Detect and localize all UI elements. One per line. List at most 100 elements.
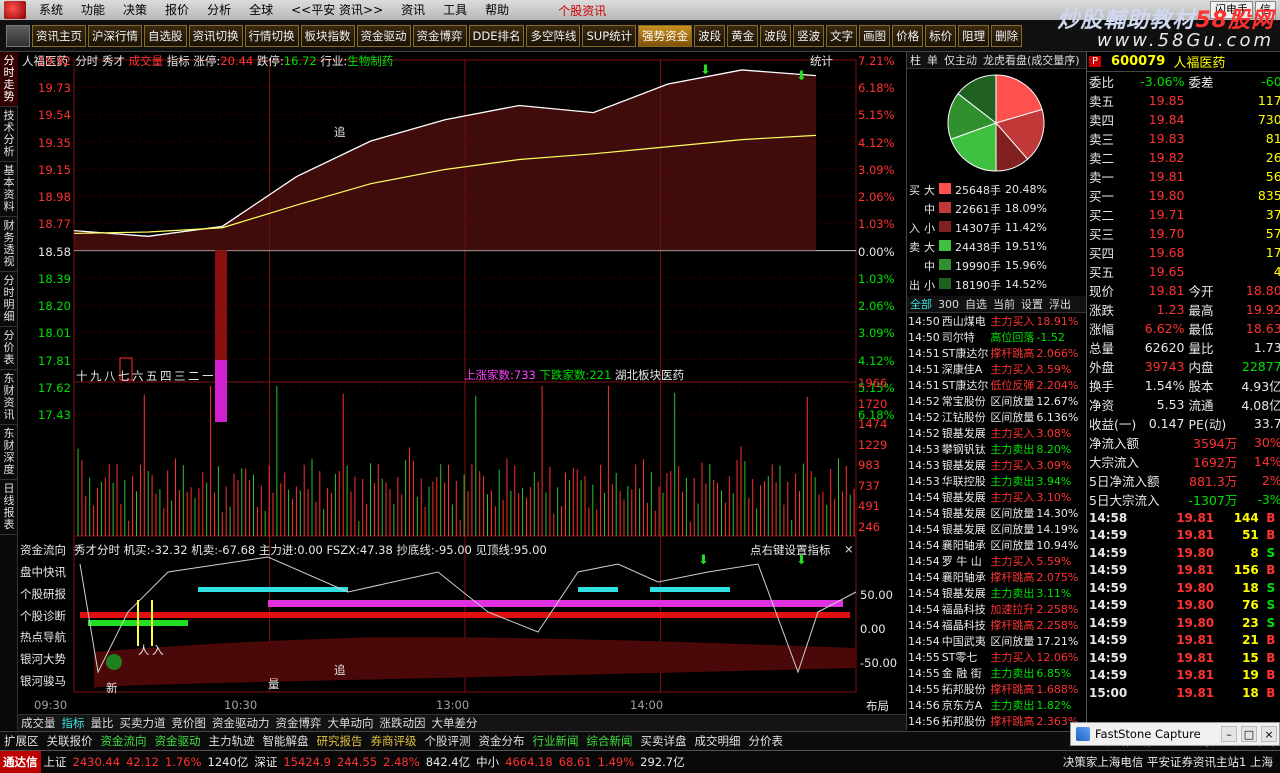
extension-tab[interactable]: 扩展区 [0,732,43,750]
asks-row[interactable]: 卖四 19.84 730 [1087,110,1280,129]
asks-row[interactable]: 卖三 19.83 81 [1087,129,1280,148]
toolbar-button[interactable]: 波段 [760,24,792,47]
toolbar-button[interactable]: 沪深行情 [88,24,142,47]
alert-row[interactable]: 14:50 西山煤电 主力买入 18.91% [907,313,1079,329]
asks-row[interactable]: 卖五 19.85 117 [1087,91,1280,110]
menu-item-quote[interactable]: 报价 [156,0,198,20]
side-menu-item[interactable]: 热点导航 [20,629,66,645]
alert-row[interactable]: 14:55 ST零七 主力买入 12.06% [907,649,1079,665]
alert-row[interactable]: 14:56 拓邦股份 撑杆跳高 2.363% [907,713,1079,729]
toolbar-button[interactable]: 行情切换 [244,24,299,47]
tag-volume[interactable]: 成交量 [129,54,164,68]
toolbar-button[interactable]: 竖波 [793,24,825,47]
faststone-capture-bar[interactable]: FastStone Capture – □ × [1070,722,1280,746]
extension-tab[interactable]: 智能解盘 [259,732,313,750]
flow-tab[interactable]: 单 [924,52,941,68]
toolbar-button[interactable]: 黄金 [727,24,759,47]
mode-label[interactable]: 分时 [75,54,98,68]
indicator-settings-hint[interactable]: 点右键设置指标 [750,542,831,558]
alert-row[interactable]: 14:50 司尔特 高位回落 -1.52 [907,329,1079,345]
indicator-tab[interactable]: 资金驱动力 [209,715,273,731]
alert-row[interactable]: 14:54 罗 牛 山主力买入 5.59% [907,553,1079,569]
left-tab[interactable]: 分价表 [0,327,18,370]
alert-row[interactable]: 14:54 银基发展 主力买入 3.10% [907,489,1079,505]
toolbar-button[interactable]: 文字 [826,24,858,47]
tag-indicator[interactable]: 指标 [167,54,190,68]
extension-tab[interactable]: 研究报告 [313,732,367,750]
news-tab[interactable]: 设置 [1018,296,1046,312]
alert-row[interactable]: 14:56 京东方A 主力卖出 1.82% [907,697,1079,713]
toolbar-button[interactable]: 波段 [694,24,726,47]
stats-button[interactable]: 统计 [810,53,833,69]
left-tab[interactable]: 日线报表 [0,480,18,535]
extension-tab[interactable]: 买卖详盘 [637,732,691,750]
extension-tab[interactable]: 资金流向 [97,732,151,750]
menu-item-global[interactable]: 全球 [240,0,282,20]
toolbar-button[interactable]: 资讯主页 [32,24,86,47]
left-tab[interactable]: 东财资讯 [0,370,18,425]
alert-row[interactable]: 14:51 ST康达尔 撑杆跳高 2.066% [907,345,1079,361]
news-ticker[interactable]: 决策家上海电信 平安证券资讯主站1 上海 [1060,751,1276,773]
menu-item-system[interactable]: 系统 [30,0,72,20]
toolbar-button[interactable]: SUP统计 [582,24,637,47]
alert-row[interactable]: 14:54 银基发展 区间放量 14.30% [907,505,1079,521]
news-tab[interactable]: 浮出 [1046,296,1074,312]
bids-row[interactable]: 买二 19.71 37 [1087,205,1280,224]
maximize-icon[interactable]: □ [1241,726,1257,742]
toolbar-button[interactable]: 画图 [859,24,891,47]
news-tab[interactable]: 自选 [962,296,990,312]
indicator-tab[interactable]: 涨跌动因 [377,715,429,731]
toolbar-button[interactable]: 资金驱动 [356,24,411,47]
toolbar-button[interactable]: 标价 [925,24,957,47]
flow-tab[interactable]: 龙虎看盘(成交量序) [980,52,1083,68]
alert-row[interactable]: 14:53 银基发展 主力买入 3.09% [907,457,1079,473]
alert-row[interactable]: 14:52 银基发展 主力买入 3.08% [907,425,1079,441]
asks-row[interactable]: 卖二 19.82 26 [1087,148,1280,167]
extension-tab[interactable]: 主力轨迹 [205,732,259,750]
nav-back-icon[interactable] [6,24,30,47]
indicator-tab[interactable]: 量比 [88,715,117,731]
menu-item-news[interactable]: 资讯 [392,0,434,20]
left-tab[interactable]: 基本资料 [0,162,18,217]
extension-tab[interactable]: 个股评测 [421,732,475,750]
indicator-tab[interactable]: 资金博弈 [273,715,325,731]
alert-row[interactable]: 14:54 银基发展 主力卖出 3.11% [907,585,1079,601]
extension-tab[interactable]: 分价表 [745,732,788,750]
side-menu-item[interactable]: 个股诊断 [20,608,66,624]
extension-tab[interactable]: 综合新闻 [583,732,637,750]
left-tab[interactable]: 财务透视 [0,217,18,272]
alert-row[interactable]: 14:53 华联控股 主力卖出 3.94% [907,473,1079,489]
extension-tab[interactable]: 行业新闻 [529,732,583,750]
sector-name[interactable]: 湖北板块医药 [615,368,684,382]
bids-row[interactable]: 买三 19.70 57 [1087,224,1280,243]
menu-item-decision[interactable]: 决策 [114,0,156,20]
toolbar-button[interactable]: 自选股 [144,24,187,47]
news-tab[interactable]: 当前 [990,296,1018,312]
side-menu-item[interactable]: 银河大势 [20,651,66,667]
close-icon[interactable]: × [844,542,854,556]
alert-row[interactable]: 14:54 襄阳轴承 区间放量 10.94% [907,537,1079,553]
flow-tab[interactable]: 仅主动 [941,52,980,68]
toolbar-button[interactable]: 多空阵线 [526,24,581,47]
left-tab[interactable]: 分时走势 [0,52,18,107]
menu-item-help[interactable]: 帮助 [476,0,518,20]
news-tab[interactable]: 300 [935,298,962,311]
extension-tab[interactable]: 关联报价 [43,732,97,750]
side-menu-item[interactable]: 个股研报 [20,586,66,602]
toolbar-button[interactable]: 阻理 [958,24,990,47]
asks-row[interactable]: 卖一 19.81 56 [1087,167,1280,186]
alert-row[interactable]: 14:54 襄阳轴承 撑杆跳高 2.075% [907,569,1079,585]
indicator-tab[interactable]: 买卖力道 [117,715,169,731]
toolbar-button[interactable]: DDE排名 [468,24,525,47]
alert-row[interactable]: 14:54 福晶科技 加速拉升 2.258% [907,601,1079,617]
minimize-icon[interactable]: – [1221,726,1237,742]
bids-row[interactable]: 买五 19.65 4 [1087,262,1280,281]
toolbar-button[interactable]: 板块指数 [300,24,355,47]
alert-row[interactable]: 14:53 攀钢钒钛 主力卖出 8.20% [907,441,1079,457]
toolbar-button[interactable]: 资讯切换 [188,24,243,47]
menu-item-analysis[interactable]: 分析 [198,0,240,20]
alert-row[interactable]: 14:55 金 融 街主力卖出 6.85% [907,665,1079,681]
extension-tab[interactable]: 成交明细 [691,732,745,750]
sz-label[interactable]: 深证 [251,751,280,773]
alert-row[interactable]: 14:54 银基发展 区间放量 14.19% [907,521,1079,537]
